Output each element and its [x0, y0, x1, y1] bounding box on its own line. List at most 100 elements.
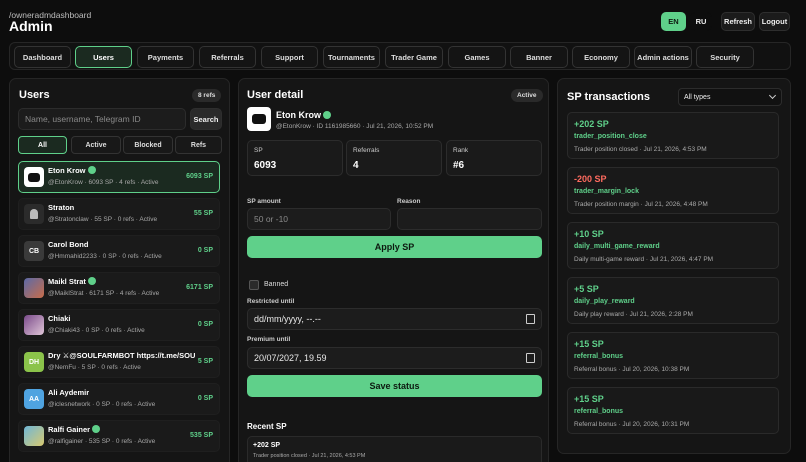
tab-admin-actions[interactable]: Admin actions	[634, 46, 692, 68]
stat-sp: SP 6093	[247, 140, 343, 176]
user-meta: @EtonKrow · 6093 SP · 4 refs · Active	[48, 179, 159, 186]
recent-sp-item: +202 SP Trader position closed · Jul 21,…	[247, 436, 542, 462]
tx-type: trader_position_close	[574, 133, 647, 140]
stat-value: 6093	[254, 160, 277, 171]
apply-sp-button[interactable]: Apply SP	[247, 236, 542, 258]
verified-icon	[92, 425, 101, 434]
tx-type: daily_play_reward	[574, 298, 635, 305]
user-row[interactable]: Eton Krow @EtonKrow · 6093 SP · 4 refs ·…	[18, 161, 220, 193]
user-row[interactable]: CB Carol Bond @Hmmahid2233 · 0 SP · 0 re…	[18, 235, 220, 267]
filter-active[interactable]: Active	[71, 136, 121, 154]
recent-desc: Trader position closed · Jul 21, 2026, 4…	[253, 453, 366, 459]
user-row[interactable]: Ralfi Gainer @ralfigainer · 535 SP · 0 r…	[18, 420, 220, 452]
avatar	[24, 426, 44, 446]
tab-referrals[interactable]: Referrals	[199, 46, 256, 68]
recent-sp-title: Recent SP	[247, 422, 287, 431]
restricted-label: Restricted until	[247, 298, 295, 305]
stat-label: SP	[254, 147, 263, 154]
tab-banner[interactable]: Banner	[510, 46, 568, 68]
users-count-badge: 8 refs	[192, 89, 222, 102]
tx-desc: Referral bonus · Jul 20, 2026, 10:38 PM	[574, 366, 690, 373]
user-row[interactable]: AA Ali Aydemir @iclesnetwork · 0 SP · 0 …	[18, 383, 220, 415]
tx-type: referral_bonus	[574, 353, 624, 360]
main-nav: Dashboard Users Payments Referrals Suppo…	[9, 42, 791, 70]
transaction-item: +5 SP daily_play_reward Daily play reward …	[567, 277, 779, 324]
refresh-button[interactable]: Refresh	[721, 12, 755, 31]
search-button[interactable]: Search	[190, 108, 222, 130]
user-row[interactable]: DH Dry ⚔@SOULFARMBOT https://t.me/SOU @N…	[18, 346, 220, 378]
user-sp: 5 SP	[197, 358, 213, 365]
user-name: Eton Krow	[48, 166, 96, 175]
avatar: DH	[24, 352, 44, 372]
filter-all[interactable]: All	[18, 136, 67, 154]
user-meta: @iclesnetwork · 0 SP · 0 refs · Active	[48, 401, 156, 408]
transaction-item: +15 SP referral_bonus Referral bonus · Jul…	[567, 387, 779, 434]
stat-value: #6	[453, 160, 465, 171]
reason-input[interactable]	[397, 208, 542, 230]
user-meta: @ralfigainer · 535 SP · 0 refs · Active	[48, 438, 156, 445]
tx-type: trader_margin_lock	[574, 188, 639, 195]
sp-amount-label: SP amount	[247, 198, 281, 205]
user-meta: @Stratonclaw · 55 SP · 0 refs · Active	[48, 216, 158, 223]
tab-dashboard[interactable]: Dashboard	[14, 46, 71, 68]
lang-en-button[interactable]: EN	[661, 12, 686, 31]
avatar	[24, 204, 44, 224]
user-meta: @MaiklStrat · 6171 SP · 4 refs · Active	[48, 290, 160, 297]
type-filter-value: All types	[684, 93, 711, 101]
chevron-down-icon	[768, 91, 777, 100]
user-sp: 55 SP	[193, 210, 213, 217]
tab-users[interactable]: Users	[75, 46, 132, 68]
tx-amount: +5 SP	[574, 284, 599, 294]
tab-payments[interactable]: Payments	[137, 46, 194, 68]
avatar	[24, 167, 44, 187]
transactions-panel: SP transactions All types +202 SP trader_…	[557, 78, 791, 454]
tx-amount: +10 SP	[574, 229, 604, 239]
transaction-item: -200 SP trader_margin_lock Trader position…	[567, 167, 779, 214]
restricted-until-input[interactable]: dd/mm/yyyy, --.--	[247, 308, 542, 330]
users-panel: Users 8 refs Name, username, Telegram ID…	[9, 78, 230, 462]
tab-tournaments[interactable]: Tournaments	[323, 46, 380, 68]
tx-amount: -200 SP	[574, 174, 607, 184]
filter-refs[interactable]: Refs	[175, 136, 222, 154]
user-sp: 0 SP	[197, 247, 213, 254]
calendar-icon[interactable]	[526, 314, 535, 324]
page-title: Admin	[9, 18, 53, 34]
tx-amount: +202 SP	[574, 119, 609, 129]
user-row[interactable]: Maikl Strat @MaiklStrat · 6171 SP · 4 re…	[18, 272, 220, 304]
premium-until-input[interactable]: 20/07/2027, 19.59	[247, 347, 542, 369]
user-meta: @NemFu · 5 SP · 0 refs · Active	[48, 364, 141, 371]
filter-blocked[interactable]: Blocked	[123, 136, 173, 154]
detail-name: Eton Krow	[276, 110, 331, 120]
logout-button[interactable]: Logout	[759, 12, 790, 31]
tx-desc: Referral bonus · Jul 20, 2026, 10:31 PM	[574, 421, 690, 428]
stat-value: 4	[353, 160, 359, 171]
user-row[interactable]: Straton @Stratonclaw · 55 SP · 0 refs · …	[18, 198, 220, 230]
tab-security[interactable]: Security	[696, 46, 754, 68]
lang-ru-button[interactable]: RU	[690, 12, 712, 31]
banned-checkbox[interactable]	[249, 280, 259, 290]
search-input[interactable]: Name, username, Telegram ID	[18, 108, 186, 130]
user-detail-panel: User detail Active Eton Krow @EtonKrow ·…	[238, 78, 549, 462]
calendar-icon[interactable]	[526, 353, 535, 363]
tx-amount: +15 SP	[574, 339, 604, 349]
user-meta: @Chiaki43 · 0 SP · 0 refs · Active	[48, 327, 145, 334]
verified-icon	[87, 166, 96, 175]
user-name: Ali Aydemir	[48, 388, 90, 397]
user-sp: 0 SP	[197, 395, 213, 402]
tab-trader-game[interactable]: Trader Game	[385, 46, 443, 68]
user-row[interactable]: Chiaki @Chiaki43 · 0 SP · 0 refs · Activ…	[18, 309, 220, 341]
sp-amount-input[interactable]: 50 or -10	[247, 208, 391, 230]
tab-economy[interactable]: Economy	[572, 46, 630, 68]
restricted-value: dd/mm/yyyy, --.--	[254, 314, 321, 324]
tx-desc: Trader position closed · Jul 21, 2026, 4…	[574, 146, 707, 153]
transaction-item: +202 SP trader_position_close Trader posit…	[567, 112, 779, 159]
users-title: Users	[19, 89, 50, 101]
avatar: CB	[24, 241, 44, 261]
save-status-button[interactable]: Save status	[247, 375, 542, 397]
tab-support[interactable]: Support	[261, 46, 318, 68]
type-filter-select[interactable]: All types	[678, 88, 782, 106]
tab-games[interactable]: Games	[448, 46, 506, 68]
reason-label: Reason	[397, 198, 421, 205]
premium-value: 20/07/2027, 19.59	[254, 353, 327, 363]
user-sp: 0 SP	[197, 321, 213, 328]
